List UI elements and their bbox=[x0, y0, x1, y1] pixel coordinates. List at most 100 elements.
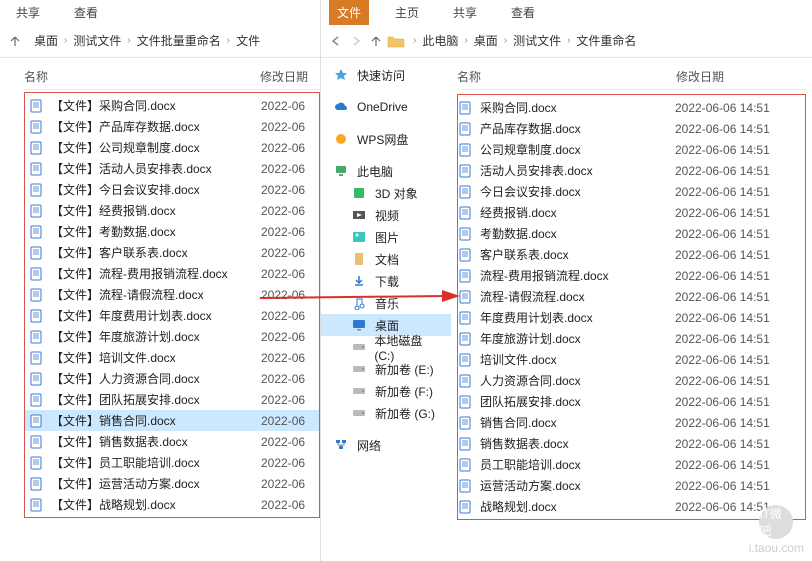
file-name: 【文件】员工职能培训.docx bbox=[51, 454, 261, 471]
docx-icon bbox=[29, 204, 43, 218]
file-row[interactable]: 【文件】流程-费用报销流程.docx2022-06 bbox=[25, 263, 319, 284]
file-row[interactable]: 【文件】团队拓展安排.docx2022-06 bbox=[25, 389, 319, 410]
ribbon-tab-home[interactable]: 主页 bbox=[387, 0, 427, 25]
nav-label: 音乐 bbox=[375, 295, 399, 312]
file-row[interactable]: 【文件】经费报销.docx2022-06 bbox=[25, 200, 319, 221]
nav-item[interactable]: 新加卷 (E:) bbox=[321, 358, 451, 380]
file-row[interactable]: 【文件】活动人员安排表.docx2022-06 bbox=[25, 158, 319, 179]
file-row[interactable]: 运营活动方案.docx2022-06-06 14:51 bbox=[458, 475, 805, 496]
crumb[interactable]: 桌面 bbox=[472, 30, 500, 51]
file-row[interactable]: 【文件】销售合同.docx2022-06 bbox=[25, 410, 319, 431]
ribbon-tab-share[interactable]: 共享 bbox=[445, 0, 485, 25]
nav-back-icon[interactable] bbox=[327, 32, 345, 50]
file-row[interactable]: 人力资源合同.docx2022-06-06 14:51 bbox=[458, 370, 805, 391]
content: 快速访问OneDriveWPS网盘此电脑3D 对象视频图片文档下载音乐桌面本地磁… bbox=[321, 58, 812, 561]
file-row[interactable]: 采购合同.docx2022-06-06 14:51 bbox=[458, 97, 805, 118]
file-row[interactable]: 年度旅游计划.docx2022-06-06 14:51 bbox=[458, 328, 805, 349]
nav-item[interactable]: 网络 bbox=[321, 434, 451, 456]
drive-icon bbox=[351, 339, 366, 355]
nav-item[interactable]: 3D 对象 bbox=[321, 182, 451, 204]
nav-item[interactable]: 此电脑 bbox=[321, 160, 451, 182]
ribbon-tab-file[interactable]: 文件 bbox=[329, 0, 369, 25]
file-name: 【文件】今日会议安排.docx bbox=[51, 181, 261, 198]
breadcrumb[interactable]: 桌面› 测试文件› 文件批量重命名› 文件 bbox=[32, 30, 262, 51]
file-row[interactable]: 年度费用计划表.docx2022-06-06 14:51 bbox=[458, 307, 805, 328]
file-row[interactable]: 【文件】公司规章制度.docx2022-06 bbox=[25, 137, 319, 158]
file-row[interactable]: 【文件】客户联系表.docx2022-06 bbox=[25, 242, 319, 263]
file-name: 客户联系表.docx bbox=[480, 246, 675, 263]
breadcrumb[interactable]: › 此电脑› 桌面› 测试文件› 文件重命名 bbox=[411, 30, 638, 51]
file-row[interactable]: 【文件】年度费用计划表.docx2022-06 bbox=[25, 305, 319, 326]
file-row[interactable]: 【文件】产品库存数据.docx2022-06 bbox=[25, 116, 319, 137]
nav-forward-icon[interactable] bbox=[347, 32, 365, 50]
crumb[interactable]: 文件 bbox=[234, 30, 262, 51]
file-row[interactable]: 【文件】员工职能培训.docx2022-06 bbox=[25, 452, 319, 473]
nav-label: 文档 bbox=[375, 251, 399, 268]
nav-item[interactable]: WPS网盘 bbox=[321, 128, 451, 150]
file-row[interactable]: 销售合同.docx2022-06-06 14:51 bbox=[458, 412, 805, 433]
docx-icon bbox=[29, 309, 43, 323]
breadcrumb-bar: 桌面› 测试文件› 文件批量重命名› 文件 bbox=[0, 24, 320, 58]
docx-icon bbox=[29, 456, 43, 470]
crumb[interactable]: 文件重命名 bbox=[574, 30, 638, 51]
file-name: 【文件】产品库存数据.docx bbox=[51, 118, 261, 135]
file-row[interactable]: 【文件】战略规划.docx2022-06 bbox=[25, 494, 319, 515]
file-row[interactable]: 员工职能培训.docx2022-06-06 14:51 bbox=[458, 454, 805, 475]
file-row[interactable]: 培训文件.docx2022-06-06 14:51 bbox=[458, 349, 805, 370]
ribbon-tab-share[interactable]: 共享 bbox=[8, 0, 48, 25]
file-name: 流程-请假流程.docx bbox=[480, 288, 675, 305]
nav-item[interactable]: 下载 bbox=[321, 270, 451, 292]
crumb[interactable]: 测试文件 bbox=[71, 30, 123, 51]
nav-item[interactable]: 图片 bbox=[321, 226, 451, 248]
file-date: 2022-06 bbox=[261, 120, 315, 134]
file-name: 【文件】销售数据表.docx bbox=[51, 433, 261, 450]
nav-up-icon[interactable] bbox=[367, 32, 385, 50]
file-row[interactable]: 公司规章制度.docx2022-06-06 14:51 bbox=[458, 139, 805, 160]
file-row[interactable]: 客户联系表.docx2022-06-06 14:51 bbox=[458, 244, 805, 265]
col-date[interactable]: 修改日期 bbox=[676, 68, 806, 85]
crumb[interactable]: 此电脑 bbox=[420, 30, 460, 51]
file-row[interactable]: 【文件】年度旅游计划.docx2022-06 bbox=[25, 326, 319, 347]
crumb[interactable]: 桌面 bbox=[32, 30, 60, 51]
nav-item[interactable]: 新加卷 (G:) bbox=[321, 402, 451, 424]
file-row[interactable]: 【文件】运营活动方案.docx2022-06 bbox=[25, 473, 319, 494]
crumb[interactable]: 测试文件 bbox=[511, 30, 563, 51]
file-row[interactable]: 今日会议安排.docx2022-06-06 14:51 bbox=[458, 181, 805, 202]
nav-item[interactable]: 文档 bbox=[321, 248, 451, 270]
file-row[interactable]: 【文件】人力资源合同.docx2022-06 bbox=[25, 368, 319, 389]
chevron-right-icon: › bbox=[413, 35, 416, 46]
file-row[interactable]: 【文件】销售数据表.docx2022-06 bbox=[25, 431, 319, 452]
file-row[interactable]: 流程-费用报销流程.docx2022-06-06 14:51 bbox=[458, 265, 805, 286]
file-row[interactable]: 经费报销.docx2022-06-06 14:51 bbox=[458, 202, 805, 223]
file-row[interactable]: 【文件】考勤数据.docx2022-06 bbox=[25, 221, 319, 242]
file-row[interactable]: 【文件】培训文件.docx2022-06 bbox=[25, 347, 319, 368]
file-name: 【文件】客户联系表.docx bbox=[51, 244, 261, 261]
file-row[interactable]: 团队拓展安排.docx2022-06-06 14:51 bbox=[458, 391, 805, 412]
file-row[interactable]: 【文件】流程-请假流程.docx2022-06 bbox=[25, 284, 319, 305]
nav-item[interactable]: 视频 bbox=[321, 204, 451, 226]
file-row[interactable]: 【文件】采购合同.docx2022-06 bbox=[25, 95, 319, 116]
nav-item[interactable]: 新加卷 (F:) bbox=[321, 380, 451, 402]
col-name[interactable]: 名称 bbox=[457, 68, 676, 85]
nav-item[interactable]: 本地磁盘 (C:) bbox=[321, 336, 451, 358]
file-name: 公司规章制度.docx bbox=[480, 141, 675, 158]
file-row[interactable]: 【文件】今日会议安排.docx2022-06 bbox=[25, 179, 319, 200]
file-row[interactable]: 销售数据表.docx2022-06-06 14:51 bbox=[458, 433, 805, 454]
nav-up-icon[interactable] bbox=[6, 32, 24, 50]
file-row[interactable]: 活动人员安排表.docx2022-06-06 14:51 bbox=[458, 160, 805, 181]
video-icon bbox=[351, 207, 367, 223]
nav-item[interactable]: OneDrive bbox=[321, 96, 451, 118]
file-date: 2022-06-06 14:51 bbox=[675, 416, 805, 430]
crumb[interactable]: 文件批量重命名 bbox=[135, 30, 223, 51]
docx-icon bbox=[458, 458, 472, 472]
file-row[interactable]: 考勤数据.docx2022-06-06 14:51 bbox=[458, 223, 805, 244]
ribbon-tab-view[interactable]: 查看 bbox=[66, 0, 106, 25]
col-date[interactable]: 修改日期 bbox=[260, 68, 320, 85]
nav-item[interactable]: 音乐 bbox=[321, 292, 451, 314]
file-row[interactable]: 流程-请假流程.docx2022-06-06 14:51 bbox=[458, 286, 805, 307]
file-row[interactable]: 产品库存数据.docx2022-06-06 14:51 bbox=[458, 118, 805, 139]
col-name[interactable]: 名称 bbox=[24, 68, 260, 85]
ribbon-tab-view[interactable]: 查看 bbox=[503, 0, 543, 25]
file-date: 2022-06 bbox=[261, 267, 315, 281]
nav-item[interactable]: 快速访问 bbox=[321, 64, 451, 86]
